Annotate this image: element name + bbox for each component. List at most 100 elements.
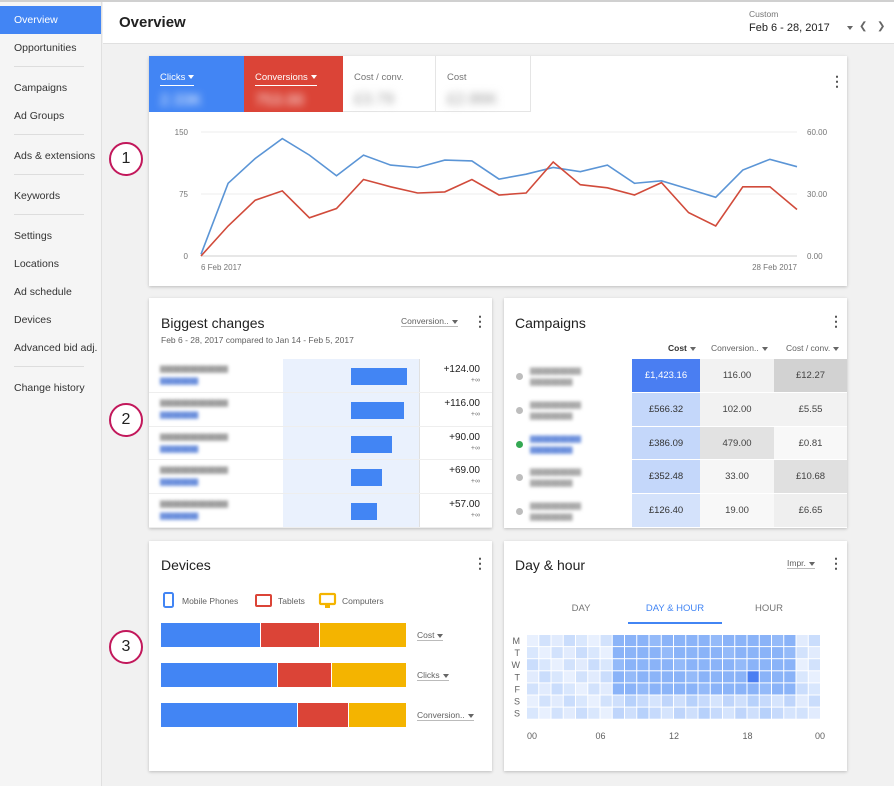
- page-header: Overview Custom Feb 6 - 28, 2017 ❮ ❯: [103, 2, 894, 44]
- more-vert-icon[interactable]: ⋮: [829, 314, 843, 328]
- sidebar-divider: [14, 134, 84, 135]
- status-dot: [516, 474, 523, 482]
- column-header-cost-per-conv[interactable]: Cost / conv.: [786, 343, 840, 353]
- metric-tile-cost[interactable]: Cost £2.86K: [436, 56, 531, 112]
- metric-label: Cost / conv.: [354, 72, 404, 83]
- heatmap-cell: [796, 647, 808, 659]
- tab-day[interactable]: DAY: [556, 603, 606, 614]
- heatmap-cell: [588, 659, 600, 671]
- heatmap-cell: [674, 707, 686, 719]
- list-item[interactable]: ████████████████ █████████ +116.00 +∞: [149, 392, 492, 427]
- heatmap-cell: [600, 695, 612, 707]
- sidebar-item-keywords[interactable]: Keywords: [0, 182, 101, 210]
- changes-list: ████████████████ █████████ +124.00 +∞ ██████…: [149, 359, 492, 528]
- sidebar-item-ad-groups[interactable]: Ad Groups: [0, 102, 101, 130]
- change-bar: [351, 401, 404, 419]
- heatmap-cell: [649, 647, 661, 659]
- heatmap-cell: [527, 671, 539, 683]
- sidebar-item-overview[interactable]: Overview: [0, 6, 101, 34]
- column-header-cost[interactable]: Cost: [668, 343, 696, 353]
- table-row[interactable]: ████████████ ██████████ £352.48 33.00 £10.68: [504, 460, 847, 495]
- change-percent: +∞: [470, 444, 480, 452]
- more-vert-icon[interactable]: ⋮: [473, 556, 487, 570]
- more-vert-icon[interactable]: ⋮: [473, 314, 487, 328]
- column-header-conversions[interactable]: Conversion..: [711, 343, 768, 353]
- heatmap-cell: [698, 707, 710, 719]
- change-value: +124.00: [443, 364, 480, 375]
- date-range-picker[interactable]: Feb 6 - 28, 2017: [749, 22, 853, 34]
- date-range-value: Feb 6 - 28, 2017: [749, 22, 830, 34]
- table-row[interactable]: ████████████ ██████████ £566.32 102.00 £5.55: [504, 392, 847, 427]
- legend-label: Computers: [342, 596, 384, 606]
- tab-hour[interactable]: HOUR: [744, 603, 794, 614]
- heatmap-cell: [649, 671, 661, 683]
- sidebar-item-devices[interactable]: Devices: [0, 306, 101, 334]
- list-item[interactable]: ████████████████ █████████ +90.00 +∞: [149, 426, 492, 461]
- chevron-right-icon[interactable]: ❯: [877, 21, 885, 32]
- heatmap-cell: [808, 635, 820, 647]
- sidebar-item-locations[interactable]: Locations: [0, 250, 101, 278]
- table-row[interactable]: ████████████ ██████████ £126.40 19.00 £6.65: [504, 494, 847, 528]
- bar-segment-tablet: [297, 703, 349, 727]
- cost-per-conv-cell: £6.65: [774, 494, 847, 528]
- heatmap-cell: [539, 635, 551, 647]
- day-label: S: [514, 697, 520, 707]
- list-item[interactable]: ████████████████ █████████ +57.00 +∞: [149, 494, 492, 528]
- heatmap-cell: [637, 695, 649, 707]
- heatmap-cell: [772, 635, 784, 647]
- tab-day-and-hour[interactable]: DAY & HOUR: [628, 603, 722, 624]
- heatmap-cell: [625, 659, 637, 671]
- more-vert-icon[interactable]: ⋮: [829, 556, 843, 570]
- bar-segment-computer: [349, 703, 406, 727]
- row-name-placeholder: ████████████████: [160, 367, 229, 373]
- more-vert-icon[interactable]: ⋮: [830, 74, 844, 88]
- metric-dropdown[interactable]: Conversion..: [401, 316, 458, 327]
- metric-dropdown[interactable]: Impr.: [787, 558, 815, 569]
- sidebar-item-campaigns[interactable]: Campaigns: [0, 74, 101, 102]
- metric-label: Clicks: [160, 72, 186, 83]
- row-link-placeholder: █████████: [160, 446, 199, 453]
- heatmap-cell: [747, 647, 759, 659]
- heatmap-cell: [808, 683, 820, 695]
- heatmap-cell: [784, 683, 796, 695]
- list-item[interactable]: ████████████████ █████████ +124.00 +∞: [149, 359, 492, 393]
- heatmap-cell: [759, 707, 771, 719]
- heatmap-cell: [612, 671, 624, 683]
- chevron-left-icon[interactable]: ❮: [859, 21, 867, 32]
- cost-per-conv-cell: £0.81: [774, 426, 847, 461]
- heatmap-cell: [527, 635, 539, 647]
- metric-tile-clicks[interactable]: Clicks 2.33K: [149, 56, 244, 112]
- metric-tile-conversions[interactable]: Conversions 753.00: [244, 56, 343, 112]
- metric-dropdown[interactable]: Clicks: [417, 670, 449, 681]
- metric-dropdown[interactable]: Cost: [417, 630, 444, 641]
- mobile-phone-icon: [163, 592, 174, 608]
- sidebar-item-settings[interactable]: Settings: [0, 222, 101, 250]
- day-label: T: [515, 648, 521, 658]
- heatmap-cell: [625, 647, 637, 659]
- conversions-cell: 19.00: [700, 494, 774, 528]
- heatmap-cell: [527, 647, 539, 659]
- sidebar-item-advanced-bid-adj[interactable]: Advanced bid adj.: [0, 334, 101, 362]
- sidebar-item-opportunities[interactable]: Opportunities: [0, 34, 101, 62]
- conversions-cell: 116.00: [700, 359, 774, 393]
- dropdown-value: Cost: [417, 630, 435, 640]
- list-item[interactable]: ████████████████ █████████ +69.00 +∞: [149, 460, 492, 495]
- sidebar-divider: [14, 174, 84, 175]
- metric-dropdown[interactable]: Conversion..: [417, 710, 474, 721]
- table-row[interactable]: ████████████ ██████████ £1,423.16 116.00 £12…: [504, 359, 847, 393]
- sidebar-item-ad-schedule[interactable]: Ad schedule: [0, 278, 101, 306]
- table-row[interactable]: ████████████ ██████████ £386.09 479.00 £0.81: [504, 426, 847, 461]
- conversions-cell: 33.00: [700, 460, 774, 495]
- card-subtitle: Feb 6 - 28, 2017 compared to Jan 14 - Fe…: [161, 335, 354, 345]
- legend-label: Tablets: [278, 596, 305, 606]
- x-tick-label: 28 Feb 2017: [752, 263, 797, 272]
- heatmap-cell: [563, 635, 575, 647]
- column-divider: [419, 359, 420, 392]
- sidebar-item-ads-extensions[interactable]: Ads & extensions: [0, 142, 101, 170]
- bar-segment-tablet: [260, 623, 319, 647]
- metric-tile-cost-per-conv[interactable]: Cost / conv. £3.79: [343, 56, 436, 112]
- sidebar-item-change-history[interactable]: Change history: [0, 374, 101, 402]
- heatmap-cell: [759, 671, 771, 683]
- heatmap-cell: [637, 671, 649, 683]
- heatmap-cell: [674, 683, 686, 695]
